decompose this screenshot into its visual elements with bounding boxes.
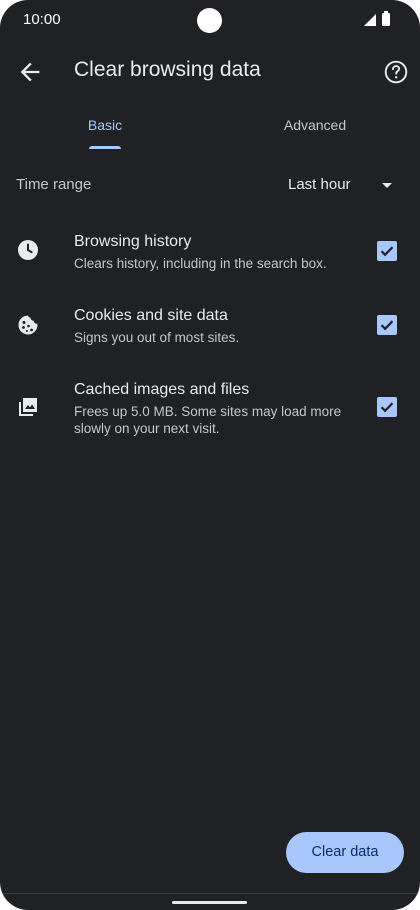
camera-cutout xyxy=(197,8,222,33)
signal-icon xyxy=(364,14,376,26)
gesture-nav-handle[interactable] xyxy=(172,901,247,904)
cookie-icon xyxy=(18,315,38,335)
checkmark-icon xyxy=(380,246,394,257)
cookies-option[interactable]: Cookies and site data Signs you out of m… xyxy=(0,304,420,354)
help-circle-icon[interactable] xyxy=(383,59,409,85)
battery-icon xyxy=(382,11,390,26)
tab-advanced[interactable]: Advanced xyxy=(215,108,415,150)
browsing-history-option[interactable]: Browsing history Clears history, includi… xyxy=(0,230,420,280)
cookies-title: Cookies and site data xyxy=(74,307,228,324)
clock-icon xyxy=(18,240,38,260)
tab-advanced-label: Advanced xyxy=(283,117,347,133)
status-time: 10:00 xyxy=(23,11,61,28)
cookies-subtitle: Signs you out of most sites. xyxy=(74,330,240,345)
image-icon xyxy=(19,398,37,416)
cached-images-title: Cached images and files xyxy=(74,381,250,398)
arrow-back-icon[interactable] xyxy=(16,58,44,86)
checkmark-icon xyxy=(380,320,394,331)
cached-images-option[interactable]: Cached images and files Frees up 5.0 MB.… xyxy=(0,378,420,440)
dropdown-arrow-icon xyxy=(382,183,392,188)
checkmark-icon xyxy=(380,402,394,413)
cookies-checkbox[interactable] xyxy=(377,315,397,335)
clear-data-button[interactable]: Clear data xyxy=(286,832,404,873)
browsing-history-title: Browsing history xyxy=(74,233,192,250)
time-range-dropdown[interactable]: Last hour xyxy=(280,166,405,204)
time-range-label: Time range xyxy=(16,176,92,193)
status-bar: 10:00 xyxy=(0,0,420,40)
tab-bar: Basic Advanced xyxy=(0,108,420,150)
tab-basic[interactable]: Basic xyxy=(5,108,205,150)
tab-indicator xyxy=(89,146,121,149)
tab-basic-label: Basic xyxy=(87,117,123,133)
cached-images-subtitle: Frees up 5.0 MB. Some sites may load mor… xyxy=(74,404,342,436)
browsing-history-subtitle: Clears history, including in the search … xyxy=(74,256,327,271)
page-title: Clear browsing data xyxy=(74,58,261,81)
toolbar: Clear browsing data xyxy=(0,48,420,96)
time-range-value: Last hour xyxy=(288,176,351,193)
cached-images-checkbox[interactable] xyxy=(377,397,397,417)
phone-screen: 10:00 Clear browsing data Basic Advanced… xyxy=(0,0,420,910)
browsing-history-checkbox[interactable] xyxy=(377,241,397,261)
bottom-divider xyxy=(0,893,420,894)
